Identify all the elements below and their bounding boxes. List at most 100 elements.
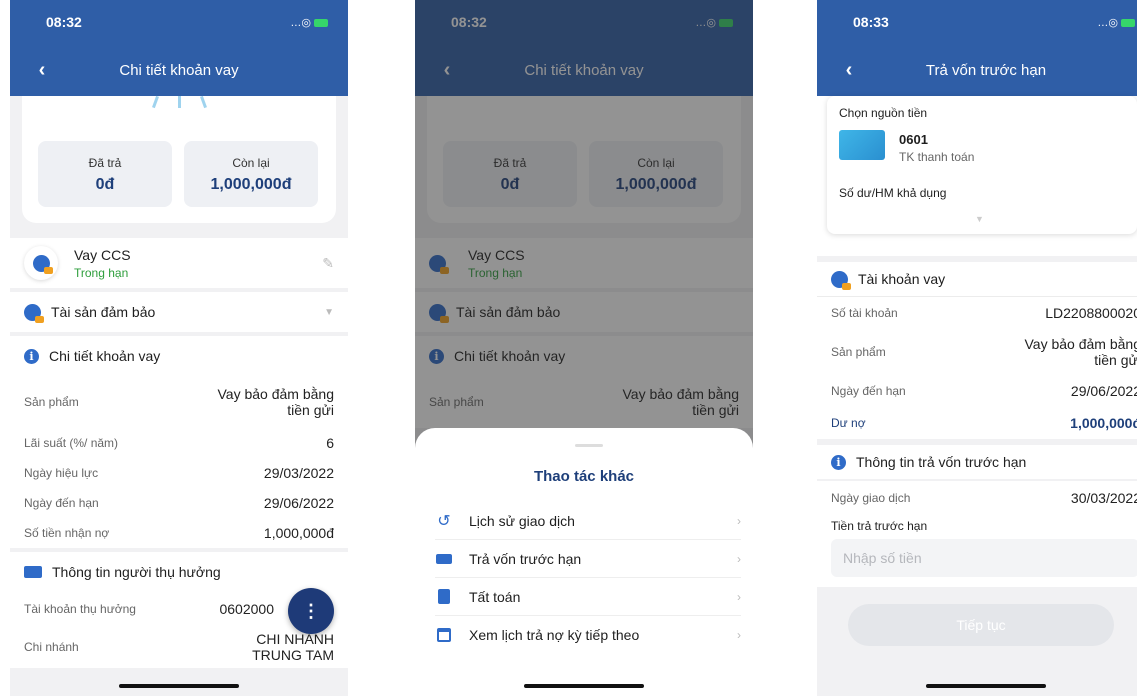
screen-more-actions: 08:32 …◎ ‹ Chi tiết khoản vay Đã trả 0đ … bbox=[415, 0, 753, 696]
action-sheet: Thao tác khác ↺ Lịch sử giao dịch › Trả … bbox=[415, 428, 753, 696]
detail-row-effective-date: Ngày hiệu lực 29/03/2022 bbox=[10, 458, 348, 488]
chevron-down-icon[interactable]: ▼ bbox=[324, 307, 334, 318]
prepay-info-section: i Thông tin trả vốn trước hạn bbox=[817, 445, 1137, 479]
sheet-grabber[interactable] bbox=[575, 444, 603, 447]
detail-value: 1,000,000đ bbox=[1070, 415, 1137, 431]
detail-value: 6 bbox=[326, 435, 334, 451]
amount-input[interactable] bbox=[831, 539, 1137, 577]
balance-label: Số dư/HM khả dụng bbox=[839, 186, 947, 200]
loan-product-row: Sản phẩm Vay bảo đảm bằng tiền gửi bbox=[817, 329, 1137, 375]
home-indicator bbox=[926, 684, 1046, 688]
detail-key: Ngày đến hạn bbox=[24, 496, 99, 510]
detail-value: 29/06/2022 bbox=[1070, 383, 1137, 399]
detail-key: Dư nợ bbox=[831, 416, 866, 430]
beneficiary-section: Thông tin người thụ hưởng bbox=[10, 552, 348, 592]
loan-account-label: Tài khoản vay bbox=[858, 271, 946, 287]
paid-value: 0đ bbox=[95, 176, 115, 193]
detail-row-rate: Lãi suất (%/ năm) 6 bbox=[10, 428, 348, 458]
chevron-right-icon: › bbox=[737, 628, 741, 642]
paid-label: Đã trả bbox=[88, 156, 122, 170]
loan-detail-section: i Chi tiết khoản vay bbox=[10, 336, 348, 376]
collateral-label: Tài sản đảm bảo bbox=[51, 304, 156, 320]
loan-account-section: Tài khoản vay bbox=[817, 262, 1137, 296]
detail-key: Sản phẩm bbox=[24, 395, 79, 409]
detail-key: Sản phẩm bbox=[831, 345, 886, 359]
detail-value: Vay bảo đảm bằng tiền gửi bbox=[1024, 336, 1137, 368]
detail-value: 0602000 bbox=[219, 601, 274, 617]
continue-button[interactable]: Tiếp tục bbox=[848, 604, 1114, 646]
detail-value: 29/03/2022 bbox=[263, 465, 334, 481]
detail-key: Ngày giao dịch bbox=[831, 491, 911, 505]
prepay-amount-label: Tiền trả trước hạn bbox=[831, 519, 928, 533]
chevron-down-icon[interactable]: ▼ bbox=[975, 214, 984, 224]
remaining-value: 1,000,000đ bbox=[210, 176, 292, 193]
edit-icon[interactable]: ✎ bbox=[322, 255, 334, 272]
status-bar: 08:32 …◎ bbox=[10, 0, 348, 44]
action-label: Tất toán bbox=[469, 588, 521, 605]
repayment-summary-card: Đã trả 0đ Còn lại 1,000,000đ bbox=[22, 95, 336, 223]
detail-key: Ngày hiệu lực bbox=[24, 466, 99, 480]
signal-battery-icon: …◎ bbox=[290, 16, 328, 29]
page-title: Chi tiết khoản vay bbox=[119, 61, 239, 79]
remaining-box: Còn lại 1,000,000đ bbox=[184, 141, 318, 207]
page-title: Trả vốn trước hạn bbox=[925, 61, 1047, 79]
detail-row-product: Sản phẩm Vay bảo đảm bằng tiền gửi bbox=[10, 376, 348, 428]
chevron-right-icon: › bbox=[737, 589, 741, 604]
action-settle[interactable]: Tất toán › bbox=[435, 578, 741, 616]
status-time: 08:33 bbox=[853, 14, 889, 30]
loan-icon bbox=[24, 246, 58, 280]
collateral-section[interactable]: Tài sản đảm bảo ▼ bbox=[10, 292, 348, 332]
back-button[interactable]: ‹ bbox=[837, 58, 861, 82]
info-icon: i bbox=[24, 348, 39, 364]
more-actions-button[interactable]: ⋮ bbox=[288, 588, 334, 634]
action-early-repayment[interactable]: Trả vốn trước hạn › bbox=[435, 540, 741, 578]
loan-type-row[interactable]: Vay CCS Trong hạn ✎ bbox=[10, 238, 348, 288]
screen-loan-detail: 08:32 …◎ ‹ Chi tiết khoản vay Đã trả 0đ … bbox=[10, 0, 348, 696]
remaining-label: Còn lại bbox=[232, 156, 270, 170]
transaction-date-row: Ngày giao dịch 30/03/2022 bbox=[817, 481, 1137, 515]
chevron-right-icon: › bbox=[737, 551, 741, 566]
calendar-icon bbox=[435, 627, 453, 643]
detail-value: 30/03/2022 bbox=[1070, 490, 1137, 506]
action-transaction-history[interactable]: ↺ Lịch sử giao dịch › bbox=[435, 502, 741, 540]
sheet-title: Thao tác khác bbox=[533, 468, 635, 485]
detail-value: CHI NHANH TRUNG TAM bbox=[252, 631, 334, 663]
branch-row: Chi nhánh CHI NHANH TRUNG TAM bbox=[10, 626, 348, 668]
loan-account-icon bbox=[831, 270, 851, 290]
loan-status: Trong hạn bbox=[74, 265, 129, 280]
signal-battery-icon: …◎ bbox=[1097, 16, 1135, 29]
id-card-icon bbox=[24, 566, 42, 578]
settle-icon bbox=[435, 589, 453, 605]
progress-arc-icon bbox=[134, 95, 224, 112]
detail-value: 1,000,000đ bbox=[263, 525, 334, 541]
nav-bar: ‹ Trả vốn trước hạn bbox=[817, 44, 1137, 96]
status-time: 08:32 bbox=[46, 14, 82, 30]
beneficiary-label: Thông tin người thụ hưởng bbox=[52, 564, 221, 580]
back-button[interactable]: ‹ bbox=[30, 58, 54, 82]
detail-key: Ngày đến hạn bbox=[831, 384, 906, 398]
loan-detail-label: Chi tiết khoản vay bbox=[49, 348, 161, 364]
account-number: 0601 bbox=[899, 132, 928, 147]
source-account-card[interactable]: Chọn nguồn tiền 0601 TK thanh toán Số dư… bbox=[827, 96, 1137, 234]
detail-value: 29/06/2022 bbox=[263, 495, 334, 511]
nav-bar: ‹ Chi tiết khoản vay bbox=[10, 44, 348, 96]
action-label: Trả vốn trước hạn bbox=[469, 550, 582, 567]
loan-account-number-row: Số tài khoản LD2208800020 bbox=[817, 297, 1137, 329]
action-label: Xem lịch trả nợ kỳ tiếp theo bbox=[469, 627, 640, 643]
source-label: Chọn nguồn tiền bbox=[839, 106, 928, 120]
paid-box: Đã trả 0đ bbox=[38, 141, 172, 207]
screen-early-repayment: 08:33 …◎ ‹ Trả vốn trước hạn Chọn nguồn … bbox=[817, 0, 1137, 696]
detail-row-amount: Số tiền nhận nợ 1,000,000đ bbox=[10, 518, 348, 548]
loan-name: Vay CCS bbox=[74, 246, 131, 263]
account-type: TK thanh toán bbox=[899, 150, 975, 164]
detail-key: Chi nhánh bbox=[24, 640, 79, 654]
detail-key: Tài khoản thụ hưởng bbox=[24, 602, 136, 616]
action-next-schedule[interactable]: Xem lịch trả nợ kỳ tiếp theo › bbox=[435, 616, 741, 654]
home-indicator bbox=[119, 684, 239, 688]
home-indicator bbox=[524, 684, 644, 688]
status-bar: 08:33 …◎ bbox=[817, 0, 1137, 44]
detail-value: LD2208800020 bbox=[1045, 305, 1137, 321]
money-icon bbox=[435, 551, 453, 567]
action-label: Lịch sử giao dịch bbox=[469, 512, 575, 529]
history-icon: ↺ bbox=[437, 512, 451, 530]
